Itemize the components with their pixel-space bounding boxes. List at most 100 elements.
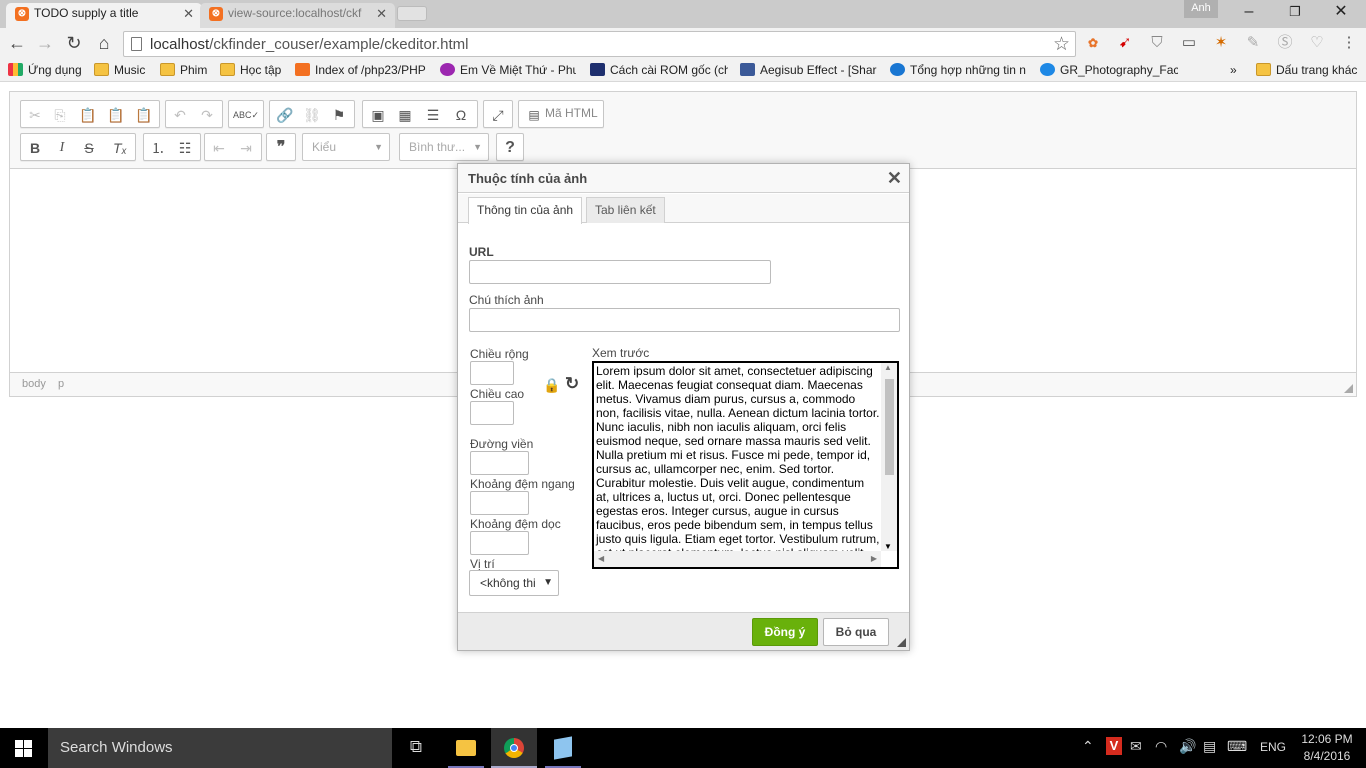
- bookmark-cach-cai-rom[interactable]: Cách cài ROM gốc (ch: [590, 62, 728, 78]
- help-icon[interactable]: ?: [499, 138, 521, 158]
- forward-icon[interactable]: →: [33, 31, 57, 55]
- reset-size-icon[interactable]: ↻: [565, 374, 579, 394]
- chrome-taskbar-icon[interactable]: [491, 728, 537, 768]
- blockquote-icon[interactable]: ❞: [270, 138, 292, 158]
- shield-icon[interactable]: ⛉: [1147, 33, 1167, 53]
- bookmark-other[interactable]: Dấu trang khác: [1256, 62, 1362, 78]
- cut-icon[interactable]: ✂: [24, 105, 46, 125]
- undo-icon[interactable]: ↶: [169, 105, 191, 125]
- scroll-right-icon[interactable]: ▶: [871, 554, 877, 563]
- bookmark-gr-photography[interactable]: GR_Photography_Face: [1040, 62, 1178, 78]
- scroll-down-icon[interactable]: ▼: [884, 542, 892, 551]
- horizontal-scrollbar[interactable]: ◀ ▶: [594, 551, 881, 567]
- spellcheck-icon[interactable]: ABC✓: [233, 105, 259, 125]
- extension-bird-icon[interactable]: ➹: [1115, 33, 1135, 53]
- dialog-resize-handle[interactable]: [897, 638, 906, 647]
- bookmark-music[interactable]: Music: [94, 62, 152, 78]
- wifi-icon[interactable]: ◠: [1155, 738, 1167, 755]
- home-icon[interactable]: ⌂: [92, 31, 116, 55]
- bold-icon[interactable]: B: [24, 138, 46, 158]
- close-tab-icon[interactable]: ✕: [183, 3, 194, 24]
- image-preview[interactable]: Lorem ipsum dolor sit amet, consectetuer…: [592, 361, 899, 569]
- remove-format-icon[interactable]: Tₓ: [109, 138, 131, 158]
- cancel-button[interactable]: Bỏ qua: [823, 618, 889, 646]
- bookmark-aegisub[interactable]: Aegisub Effect - [Shar: [740, 62, 878, 78]
- cast-icon[interactable]: ▭: [1179, 33, 1199, 53]
- redo-icon[interactable]: ↷: [196, 105, 218, 125]
- strike-icon[interactable]: S: [78, 138, 100, 158]
- link-icon[interactable]: 🔗: [274, 105, 296, 125]
- vspace-input[interactable]: [470, 531, 529, 555]
- border-input[interactable]: [470, 451, 529, 475]
- clock-date[interactable]: 8/4/2016: [1298, 749, 1356, 763]
- align-select[interactable]: <không thi ▼: [469, 570, 559, 596]
- bookmark-index-php[interactable]: Index of /php23/PHP: [295, 62, 429, 78]
- anchor-flag-icon[interactable]: ⚑: [328, 105, 350, 125]
- scroll-left-icon[interactable]: ◀: [598, 554, 604, 563]
- pin-icon[interactable]: ✎: [1243, 33, 1263, 53]
- bookmark-hoc-tap[interactable]: Học tập: [220, 62, 286, 78]
- hspace-input[interactable]: [470, 491, 529, 515]
- volume-icon[interactable]: 🔊: [1179, 738, 1196, 755]
- extension-icon[interactable]: ✿: [1083, 33, 1103, 53]
- back-icon[interactable]: ←: [5, 31, 29, 55]
- keyboard-icon[interactable]: ⌨: [1227, 738, 1247, 755]
- mail-icon[interactable]: ✉: [1130, 738, 1142, 755]
- source-button[interactable]: Mã HTML: [545, 106, 598, 120]
- scroll-up-icon[interactable]: ▲: [884, 363, 892, 372]
- task-view-icon[interactable]: ⧉: [404, 737, 428, 757]
- browser-tab-active[interactable]: ⊗ TODO supply a title ✕: [6, 3, 202, 28]
- bookmark-phim[interactable]: Phim: [160, 62, 212, 78]
- search-windows-box[interactable]: Search Windows: [48, 728, 392, 768]
- path-body[interactable]: body: [22, 378, 46, 390]
- new-tab-button[interactable]: [397, 6, 427, 21]
- app-cube-icon[interactable]: [540, 728, 586, 768]
- image-icon[interactable]: ▣: [367, 105, 389, 125]
- outdent-icon[interactable]: ⇤: [208, 138, 230, 158]
- unlink-icon[interactable]: ⛓: [301, 105, 323, 125]
- more-bookmarks-button[interactable]: »: [1226, 62, 1246, 78]
- tab-image-info[interactable]: Thông tin của ảnh: [468, 197, 583, 224]
- paste-icon[interactable]: 📋: [77, 105, 99, 125]
- restore-button[interactable]: ❐: [1272, 0, 1318, 26]
- clock-time[interactable]: 12:06 PM: [1298, 732, 1356, 746]
- maximize-icon[interactable]: ⤢: [487, 105, 509, 125]
- notification-icon[interactable]: ▤: [1203, 738, 1216, 755]
- style-combo[interactable]: Kiểu ▼: [302, 133, 390, 161]
- tab-link[interactable]: Tab liên kết: [586, 197, 665, 223]
- skype-icon[interactable]: Ⓢ: [1275, 33, 1295, 53]
- copy-icon[interactable]: ⎘: [49, 105, 71, 125]
- close-icon[interactable]: ✕: [887, 168, 902, 189]
- minimize-button[interactable]: –: [1226, 0, 1272, 26]
- bookmark-star-icon[interactable]: ☆: [1053, 33, 1070, 56]
- italic-icon[interactable]: I: [51, 138, 73, 158]
- paste-word-icon[interactable]: 📋: [133, 105, 155, 125]
- bookmark-em-ve-miet-thu[interactable]: Em Về Miệt Thứ - Phu: [440, 62, 576, 78]
- alt-text-input[interactable]: [469, 308, 900, 332]
- bookmark-tong-hop[interactable]: Tổng hợp những tin n: [890, 62, 1028, 78]
- antivirus-icon[interactable]: V: [1106, 737, 1122, 755]
- url-input[interactable]: [469, 260, 771, 284]
- special-char-icon[interactable]: Ω: [450, 105, 472, 125]
- format-combo[interactable]: Bình thư... ▼: [399, 133, 489, 161]
- horizontal-rule-icon[interactable]: ☰: [422, 105, 444, 125]
- address-bar[interactable]: localhost/ckfinder_couser/example/ckedit…: [123, 31, 1076, 57]
- windows-start-icon[interactable]: [15, 740, 32, 757]
- bulleted-list-icon[interactable]: ☷: [174, 138, 196, 158]
- lock-ratio-icon[interactable]: 🔒: [543, 377, 560, 394]
- resize-handle[interactable]: [1344, 384, 1353, 393]
- paste-text-icon[interactable]: 📋: [105, 105, 127, 125]
- language-indicator[interactable]: ENG: [1260, 740, 1286, 754]
- numbered-list-icon[interactable]: ⒈: [147, 138, 169, 158]
- browser-tab[interactable]: ⊗ view-source:localhost/ckf ✕: [200, 3, 395, 28]
- width-input[interactable]: [470, 361, 514, 385]
- indent-icon[interactable]: ⇥: [235, 138, 257, 158]
- user-badge[interactable]: Anh: [1184, 0, 1218, 18]
- bookmark-apps[interactable]: Ứng dụng: [8, 62, 90, 78]
- dialog-title-bar[interactable]: Thuộc tính của ảnh ✕: [458, 164, 909, 193]
- scroll-thumb[interactable]: [885, 379, 894, 475]
- close-tab-icon[interactable]: ✕: [376, 3, 387, 24]
- chevron-up-icon[interactable]: ⌃: [1082, 738, 1094, 755]
- path-p[interactable]: p: [58, 378, 64, 390]
- menu-icon[interactable]: ⋮: [1339, 33, 1359, 53]
